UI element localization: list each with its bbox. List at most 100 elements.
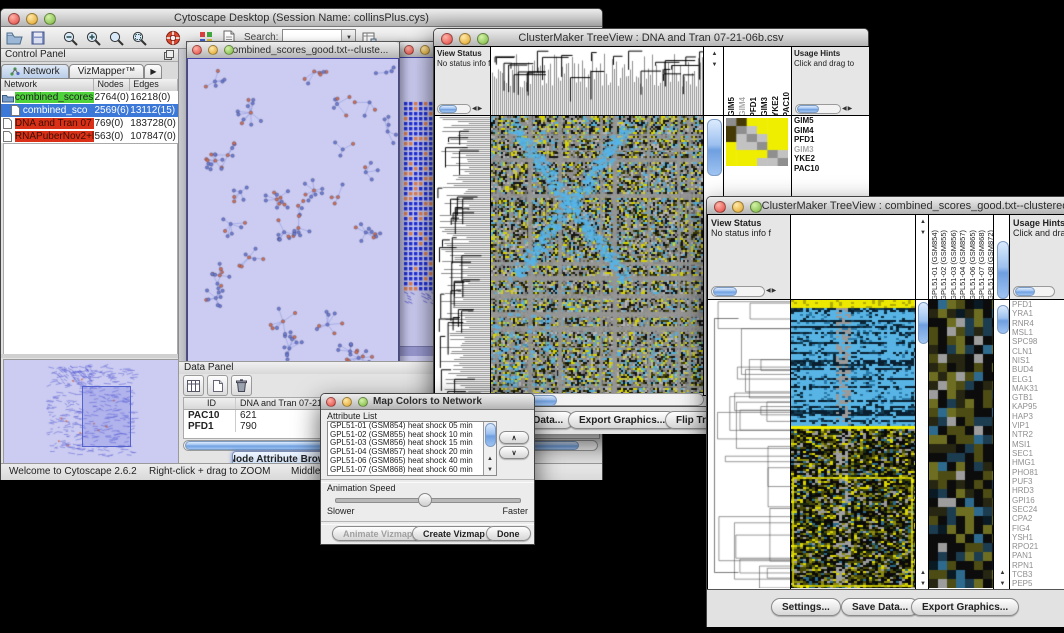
minimize-button[interactable] xyxy=(208,45,218,55)
attribute-list-vscrollbar[interactable]: ▲▼ xyxy=(483,422,496,475)
zoom-fit-icon[interactable] xyxy=(107,29,126,47)
close-button[interactable] xyxy=(192,45,202,55)
scroll-right-arrow[interactable]: ▶ xyxy=(848,106,853,113)
scrollbar-thumb[interactable] xyxy=(713,287,737,296)
attribute-item[interactable]: GPL51-01 (GSM854) heat shock 05 min xyxy=(328,422,482,431)
export-graphics-button[interactable]: Export Graphics... xyxy=(568,411,676,429)
tab-vizmapper[interactable]: VizMapper™ xyxy=(69,64,145,79)
mini-hscrollbar[interactable] xyxy=(711,286,765,297)
scroll-up-arrow[interactable]: ▲ xyxy=(487,456,493,462)
scroll-down-arrow[interactable]: ▼ xyxy=(920,230,926,236)
column-tree-canvas[interactable] xyxy=(491,47,703,115)
tv1-row-dendrogram[interactable] xyxy=(434,115,493,396)
network-a-canvas[interactable] xyxy=(188,59,398,369)
scroll-left-arrow[interactable]: ◀ xyxy=(842,106,847,113)
zoom-button[interactable] xyxy=(358,397,368,407)
attribute-item[interactable]: GPL51-06 (GSM865) heat shock 40 min xyxy=(328,457,482,466)
scroll-down-arrow[interactable]: ▼ xyxy=(712,62,718,68)
scroll-up-arrow[interactable]: ▲ xyxy=(1000,570,1006,576)
done-button[interactable]: Done xyxy=(486,526,531,541)
scroll-left-arrow[interactable]: ◀ xyxy=(472,106,477,113)
heatmap-canvas[interactable] xyxy=(491,116,703,393)
scroll-down-arrow[interactable]: ▼ xyxy=(487,467,493,473)
network-table-row[interactable]: combined_scores 2764(0) 16218(0) xyxy=(1,91,178,104)
window-controls[interactable] xyxy=(192,45,234,55)
network-table-row[interactable]: combined_sco 2569(6) 13112(15) xyxy=(1,104,178,117)
attribute-item[interactable]: GPL51-07 (GSM868) heat shock 60 min xyxy=(328,466,482,475)
window-controls[interactable] xyxy=(8,13,56,25)
scroll-down-arrow[interactable]: ▼ xyxy=(1000,581,1006,587)
delete-attribute-icon[interactable] xyxy=(231,375,252,396)
heatmap-canvas[interactable] xyxy=(791,300,915,588)
open-file-button[interactable] xyxy=(5,29,24,47)
mini-hscrollbar[interactable] xyxy=(437,104,471,114)
network-table-row[interactable]: RNAPuberNov2+l 563(0) 107847(0) xyxy=(1,130,178,143)
scrollbar-thumb[interactable] xyxy=(1015,287,1035,296)
settings-button[interactable]: Settings... xyxy=(771,598,841,616)
scroll-down-arrow[interactable]: ▼ xyxy=(920,581,926,587)
minimize-button[interactable] xyxy=(459,33,471,45)
window-controls[interactable] xyxy=(441,33,489,45)
scroll-up-arrow[interactable]: ▲ xyxy=(920,570,926,576)
save-session-button[interactable] xyxy=(28,29,47,47)
select-attributes-icon[interactable] xyxy=(183,375,204,396)
mini-hscrollbar[interactable] xyxy=(1013,286,1055,297)
zoom-out-icon[interactable] xyxy=(61,29,80,47)
zoom-button[interactable] xyxy=(44,13,56,25)
overview-viewport-rect[interactable] xyxy=(82,386,131,447)
attribute-list[interactable]: GPL51-01 (GSM854) heat shock 05 minGPL51… xyxy=(327,421,497,476)
minimize-button[interactable] xyxy=(732,201,744,213)
zoom-button[interactable] xyxy=(224,45,234,55)
zoom-heatmap-canvas[interactable] xyxy=(929,300,993,588)
attribute-item[interactable]: GPL51-03 (GSM856) heat shock 15 min xyxy=(328,439,482,448)
move-attribute-up-button[interactable]: ∧ xyxy=(499,431,529,444)
tv2-heatmap[interactable] xyxy=(790,299,918,591)
help-lifering-icon[interactable] xyxy=(163,29,182,47)
close-button[interactable] xyxy=(326,397,336,407)
scroll-up-arrow[interactable]: ▲ xyxy=(712,51,718,57)
zoom-button[interactable] xyxy=(750,201,762,213)
network-overview-thumbnail[interactable] xyxy=(3,359,179,464)
tv2-zoom-heatmap[interactable] xyxy=(928,299,996,591)
window-controls[interactable] xyxy=(714,201,762,213)
animate-vizmap-button[interactable]: Animate Vizmap xyxy=(332,526,423,541)
save-data-button[interactable]: Save Data... xyxy=(841,598,919,616)
scroll-up-arrow[interactable]: ▲ xyxy=(920,219,926,225)
move-attribute-down-button[interactable]: ∨ xyxy=(499,446,529,459)
scroll-right-arrow[interactable]: ▶ xyxy=(772,288,777,295)
speed-slider-thumb[interactable] xyxy=(418,493,432,507)
minimize-button[interactable] xyxy=(342,397,352,407)
row-tree-canvas[interactable] xyxy=(708,300,790,588)
attribute-item[interactable]: GPL51-02 (GSM855) heat shock 10 min xyxy=(328,431,482,440)
scroll-left-arrow[interactable]: ◀ xyxy=(766,288,771,295)
tv1-column-dendrogram[interactable] xyxy=(490,46,706,118)
create-vizmap-button[interactable]: Create Vizmap xyxy=(412,526,496,541)
close-button[interactable] xyxy=(441,33,453,45)
close-button[interactable] xyxy=(714,201,726,213)
scrollbar-thumb[interactable] xyxy=(997,241,1009,299)
tv2-row-dendrogram[interactable] xyxy=(707,299,793,591)
window-controls[interactable] xyxy=(326,397,368,407)
zoom-button[interactable] xyxy=(477,33,489,45)
scrollbar-thumb[interactable] xyxy=(997,305,1009,334)
tv2-column-dendrogram[interactable] xyxy=(790,214,918,302)
new-attribute-icon[interactable] xyxy=(207,375,228,396)
close-button[interactable] xyxy=(404,45,414,55)
network-table-row[interactable]: DNA and Tran 07 769(0) 183728(0) xyxy=(1,117,178,130)
zoom-selected-icon[interactable] xyxy=(130,29,149,47)
mini-hscrollbar[interactable] xyxy=(795,104,841,114)
tab-overflow-button[interactable]: ▶ xyxy=(144,64,162,79)
close-button[interactable] xyxy=(8,13,20,25)
tv1-heatmap[interactable] xyxy=(490,115,706,396)
zoom-in-icon[interactable] xyxy=(84,29,103,47)
export-graphics-button[interactable]: Export Graphics... xyxy=(911,598,1019,616)
scrollbar-thumb[interactable] xyxy=(485,423,496,447)
minimize-button[interactable] xyxy=(26,13,38,25)
row-tree-canvas[interactable] xyxy=(435,116,490,393)
attribute-item[interactable]: GPL51-04 (GSM857) heat shock 20 min xyxy=(328,448,482,457)
minimize-button[interactable] xyxy=(420,45,430,55)
scrollbar-thumb[interactable] xyxy=(797,105,819,113)
tab-network[interactable]: Network xyxy=(1,64,69,79)
panel-splitter[interactable] xyxy=(1,354,178,358)
scroll-right-arrow[interactable]: ▶ xyxy=(478,106,483,113)
